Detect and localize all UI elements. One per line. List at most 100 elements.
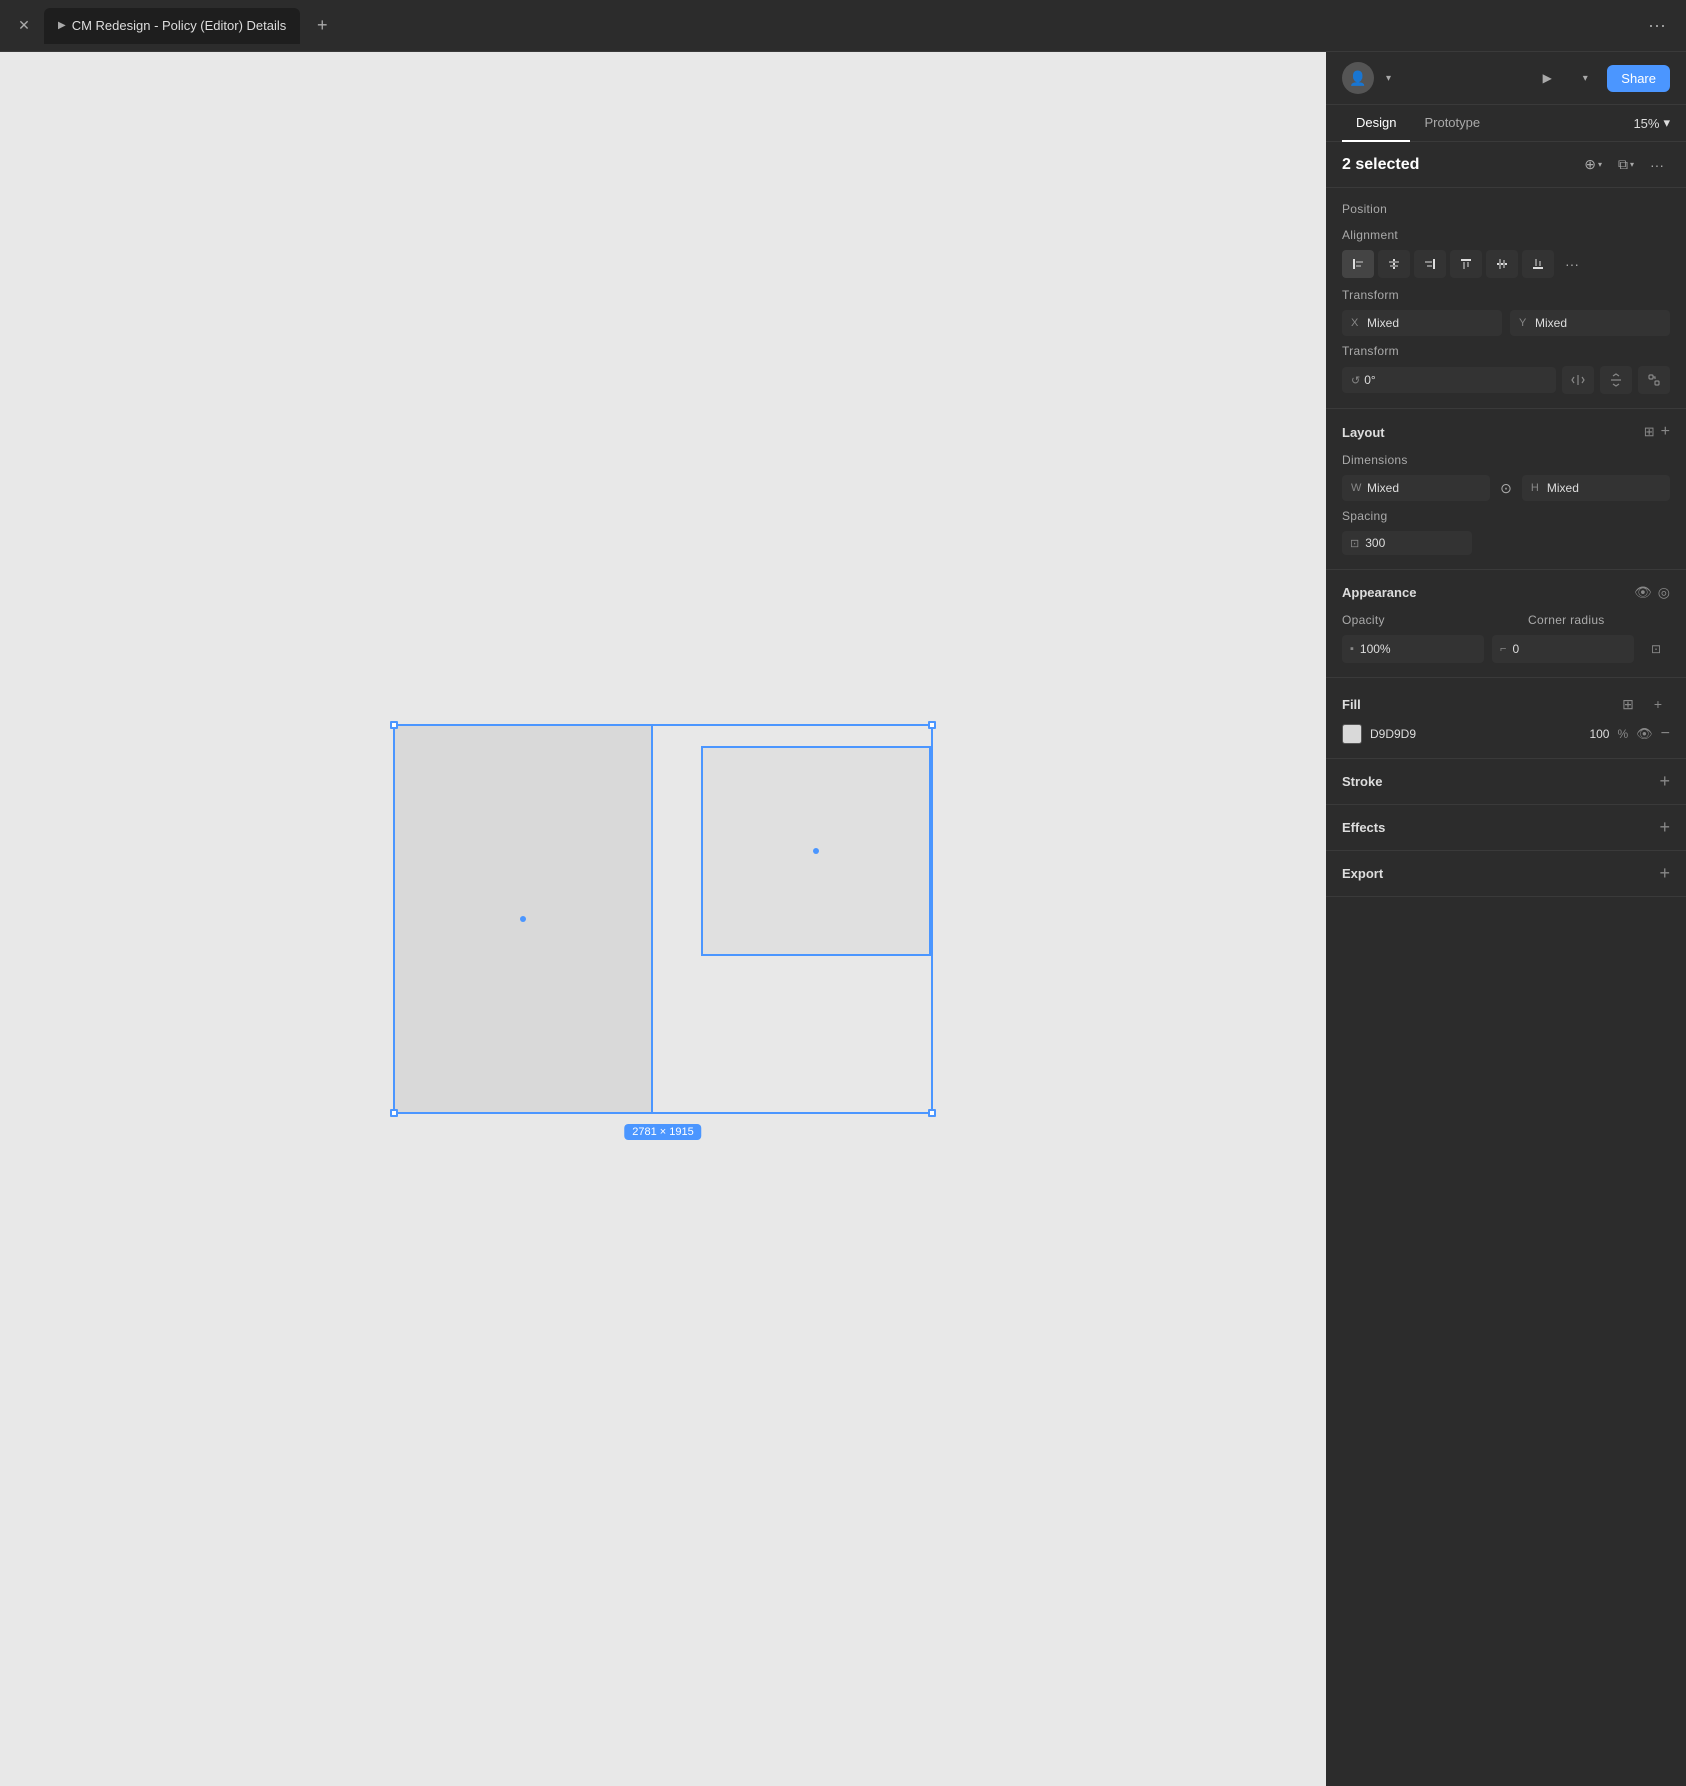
opacity-corner-row: ▪ 100% ⌐ 0 ⊡ xyxy=(1342,635,1670,663)
position-title: Position xyxy=(1342,202,1387,216)
more-options-button[interactable]: ··· xyxy=(1640,11,1674,40)
avatar-button[interactable]: 👤 xyxy=(1342,62,1374,94)
toolbar-icons: ⊕ ▾ ⧉ ▾ ··· xyxy=(1578,152,1670,177)
corner-radius-label: Corner radius xyxy=(1528,613,1605,627)
stroke-add-icon[interactable]: + xyxy=(1659,771,1670,792)
tab-prototype[interactable]: Prototype xyxy=(1410,105,1494,142)
align-left-button[interactable] xyxy=(1342,250,1374,278)
more-options-panel-button[interactable]: ··· xyxy=(1644,153,1670,177)
layout-grid-button[interactable]: ⊞ xyxy=(1644,424,1655,440)
fill-percent-label: % xyxy=(1617,727,1628,741)
y-value: Mixed xyxy=(1535,316,1567,330)
fill-grid-button[interactable]: ⊞ xyxy=(1616,692,1640,716)
fill-opacity-value[interactable]: 100 xyxy=(1589,727,1609,741)
zoom-chevron-icon: ▾ xyxy=(1663,115,1670,131)
spacing-label: Spacing xyxy=(1342,509,1387,523)
appearance-icons: 👁 ◎ xyxy=(1634,584,1670,601)
corner-radius-field[interactable]: ⌐ 0 xyxy=(1492,635,1634,663)
align-distribute-button[interactable]: ⊕ ▾ xyxy=(1578,152,1608,177)
fill-header: Fill ⊞ + xyxy=(1342,692,1670,716)
fill-hex-value[interactable]: D9D9D9 xyxy=(1370,727,1581,741)
avatar-chevron-icon: ▾ xyxy=(1386,73,1391,84)
dimensions-label: Dimensions xyxy=(1342,453,1408,467)
rotation-field[interactable]: ↺ 0° xyxy=(1342,367,1556,393)
align-center-h-button[interactable] xyxy=(1378,250,1410,278)
corner-expand-button[interactable]: ⊡ xyxy=(1642,635,1670,663)
tab-design[interactable]: Design xyxy=(1342,105,1410,142)
layout-title: Layout xyxy=(1342,425,1385,440)
copy-button[interactable]: ⧉ ▾ xyxy=(1612,152,1640,177)
selection-count: 2 selected xyxy=(1342,156,1578,174)
flip-h-button[interactable] xyxy=(1562,366,1594,394)
corner-icon: ⌐ xyxy=(1500,643,1506,655)
canvas-area[interactable]: 2781 × 1915 xyxy=(0,52,1326,1786)
align-right-button[interactable] xyxy=(1414,250,1446,278)
x-position-field[interactable]: X Mixed xyxy=(1342,310,1502,336)
effects-add-icon[interactable]: + xyxy=(1659,817,1670,838)
layout-add-button[interactable]: + xyxy=(1661,423,1670,441)
h-value: Mixed xyxy=(1547,481,1579,495)
y-position-field[interactable]: Y Mixed xyxy=(1510,310,1670,336)
stroke-title: Stroke xyxy=(1342,774,1659,789)
opacity-label: Opacity xyxy=(1342,613,1385,627)
selection-bar: 2 selected ⊕ ▾ ⧉ ▾ ··· xyxy=(1326,142,1686,188)
fill-section: Fill ⊞ + D9D9D9 100 % 👁 − xyxy=(1326,678,1686,759)
alignment-row-1: ··· xyxy=(1342,250,1670,278)
position-header: Position xyxy=(1342,202,1670,216)
preview-caret-button[interactable]: ▾ xyxy=(1573,66,1597,90)
handle-tr[interactable] xyxy=(928,721,936,729)
width-field[interactable]: W Mixed xyxy=(1342,475,1490,501)
frame-large[interactable] xyxy=(393,724,653,1114)
stroke-section[interactable]: Stroke + xyxy=(1326,759,1686,805)
w-label: W xyxy=(1351,482,1363,494)
opacity-square-icon: ▪ xyxy=(1350,643,1354,655)
export-section[interactable]: Export + xyxy=(1326,851,1686,897)
more-icon: ··· xyxy=(1650,157,1664,173)
handle-br[interactable] xyxy=(928,1109,936,1117)
fill-row: D9D9D9 100 % 👁 − xyxy=(1342,724,1670,744)
rotation-icon: ↺ xyxy=(1351,374,1360,387)
frame-small[interactable] xyxy=(701,746,931,956)
fill-remove-button[interactable]: − xyxy=(1661,725,1670,743)
share-button[interactable]: Share xyxy=(1607,65,1670,92)
main-area: 2781 × 1915 👤 ▾ ▶ ▾ Share Design Prototy… xyxy=(0,52,1686,1786)
align-bottom-button[interactable] xyxy=(1522,250,1554,278)
layout-header: Layout ⊞ + xyxy=(1342,423,1670,441)
zoom-control[interactable]: 15% ▾ xyxy=(1633,115,1670,131)
export-add-icon[interactable]: + xyxy=(1659,863,1670,884)
constrain-button[interactable] xyxy=(1638,366,1670,394)
tab-item[interactable]: ▶ CM Redesign - Policy (Editor) Details xyxy=(44,8,300,44)
more-align-button[interactable]: ··· xyxy=(1558,250,1586,278)
copy-chevron-icon: ▾ xyxy=(1630,160,1634,169)
visibility-icon[interactable]: 👁 xyxy=(1634,584,1652,601)
fill-visibility-icon[interactable]: 👁 xyxy=(1636,726,1653,742)
canvas-content: 2781 × 1915 xyxy=(0,52,1326,1786)
transform-label: Transform xyxy=(1342,344,1399,358)
close-tab-button[interactable]: ✕ xyxy=(12,14,36,38)
opacity-field[interactable]: ▪ 100% xyxy=(1342,635,1484,663)
export-title: Export xyxy=(1342,866,1659,881)
transform-row: ↺ 0° xyxy=(1342,366,1670,394)
dimension-wh-row: W Mixed ⊙ H Mixed xyxy=(1342,475,1670,501)
center-dot-small xyxy=(813,848,819,854)
top-bar: ✕ ▶ CM Redesign - Policy (Editor) Detail… xyxy=(0,0,1686,52)
effects-title: Effects xyxy=(1342,820,1659,835)
height-field[interactable]: H Mixed xyxy=(1522,475,1670,501)
chain-link-button[interactable]: ⊙ xyxy=(1498,478,1514,499)
align-top-button[interactable] xyxy=(1450,250,1482,278)
appearance-header: Appearance 👁 ◎ xyxy=(1342,584,1670,601)
align-center-v-button[interactable] xyxy=(1486,250,1518,278)
spacing-field[interactable]: ⊡ 300 xyxy=(1342,531,1472,555)
spacing-icon: ⊡ xyxy=(1350,537,1359,550)
new-tab-button[interactable]: + xyxy=(308,12,336,40)
x-value: Mixed xyxy=(1367,316,1399,330)
opacity-icon[interactable]: ◎ xyxy=(1658,584,1670,601)
panel-header: 👤 ▾ ▶ ▾ Share xyxy=(1326,52,1686,105)
fill-color-swatch[interactable] xyxy=(1342,724,1362,744)
x-label: X xyxy=(1351,317,1363,329)
preview-button[interactable]: ▶ xyxy=(1531,62,1563,94)
zoom-value: 15% xyxy=(1633,116,1659,131)
fill-add-button[interactable]: + xyxy=(1646,692,1670,716)
flip-v-button[interactable] xyxy=(1600,366,1632,394)
effects-section[interactable]: Effects + xyxy=(1326,805,1686,851)
